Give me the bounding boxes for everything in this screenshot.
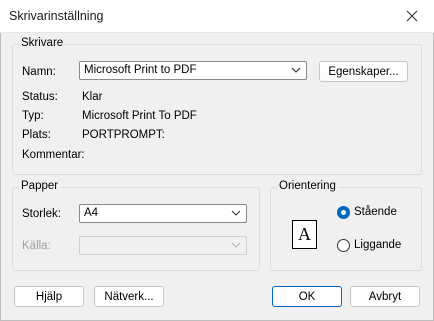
where-label: Plats: (22, 129, 51, 141)
title-bar: Skrivarinställning (0, 0, 434, 33)
printer-name-label: Namn: (22, 66, 56, 78)
paper-size-select[interactable]: A4 (79, 204, 247, 223)
printer-name-select[interactable]: Microsoft Print to PDF (79, 61, 307, 80)
network-button[interactable]: Nätverk... (94, 286, 164, 307)
paper-source-select[interactable] (79, 236, 247, 255)
portrait-page-icon: A (292, 220, 317, 249)
landscape-label[interactable]: Liggande (354, 239, 401, 251)
paper-size-value: A4 (84, 207, 99, 219)
printer-group-legend: Skrivare (19, 37, 66, 49)
properties-button[interactable]: Egenskaper... (319, 61, 408, 82)
where-value: PORTPROMPT: (82, 129, 165, 141)
portrait-radio[interactable] (337, 206, 350, 219)
comment-label: Kommentar: (22, 149, 85, 161)
paper-group: Papper (12, 180, 260, 271)
printer-name-value: Microsoft Print to PDF (84, 64, 197, 76)
orientation-group-legend: Orientering (277, 180, 338, 192)
status-value: Klar (82, 91, 103, 103)
chevron-down-icon (231, 242, 241, 248)
landscape-radio[interactable] (337, 239, 350, 252)
close-icon (406, 10, 418, 22)
type-value: Microsoft Print To PDF (82, 110, 197, 122)
status-label: Status: (22, 91, 58, 103)
close-button[interactable] (390, 0, 434, 32)
paper-group-legend: Papper (19, 180, 61, 192)
chevron-down-icon (291, 67, 301, 73)
help-button[interactable]: Hjälp (14, 286, 84, 307)
paper-size-label: Storlek: (22, 208, 61, 220)
paper-source-label: Källa: (22, 240, 51, 252)
window-title: Skrivarinställning (9, 9, 104, 23)
cancel-button[interactable]: Avbryt (350, 286, 420, 307)
page-letter: A (298, 224, 311, 244)
ok-button[interactable]: OK (272, 286, 342, 307)
chevron-down-icon (231, 210, 241, 216)
portrait-label[interactable]: Stående (354, 206, 397, 218)
type-label: Typ: (22, 110, 44, 122)
